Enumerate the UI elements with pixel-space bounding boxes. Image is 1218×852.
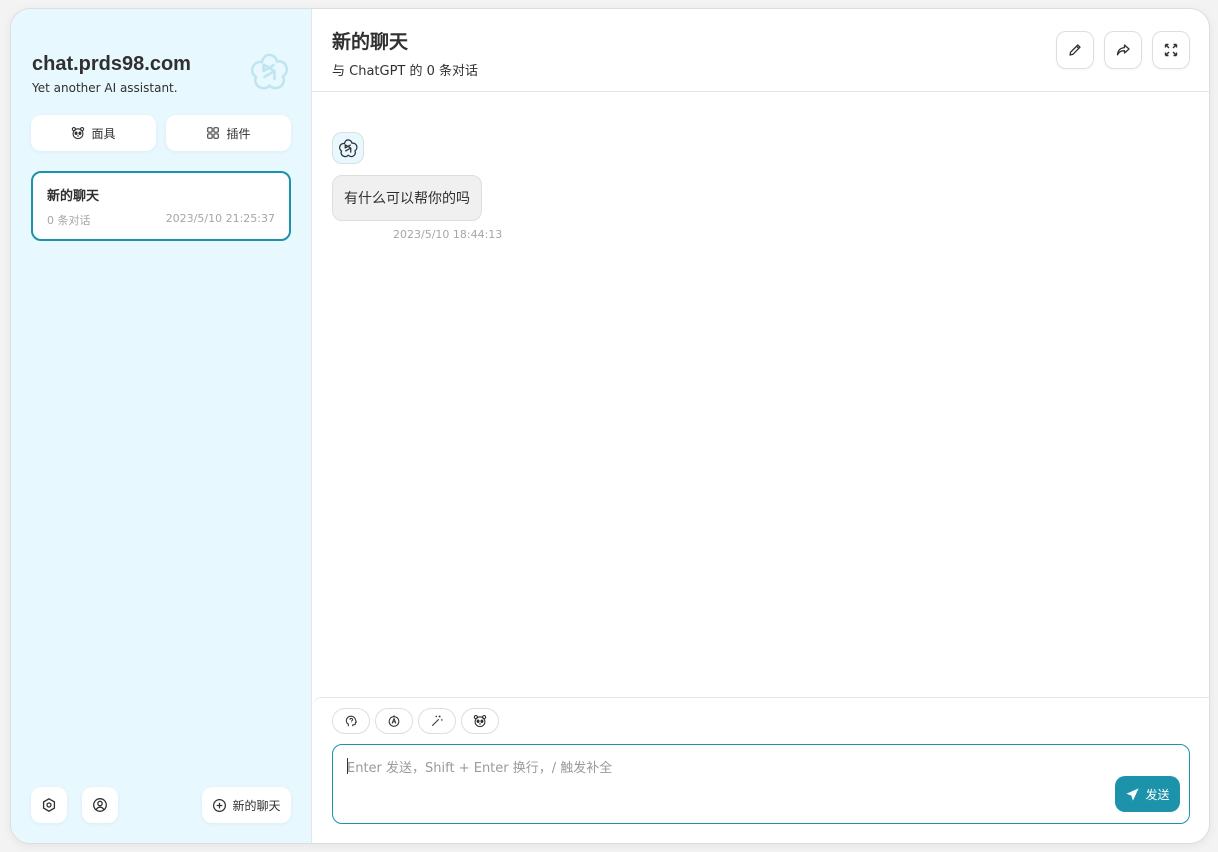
add-circle-icon xyxy=(213,798,227,812)
grid-icon xyxy=(207,127,220,139)
chat-list-item[interactable]: 新的聊天 0 条对话 2023/5/10 21:25:37 xyxy=(31,171,291,241)
pencil-icon xyxy=(1069,44,1081,56)
assistant-message: 有什么可以帮你的吗 xyxy=(332,175,482,221)
bot-avatar xyxy=(332,132,364,164)
send-button-label: 发送 xyxy=(1145,787,1170,802)
chat-main: 新的聊天 与 ChatGPT 的 0 条对话 有什么可以帮你的吗 2023/5/… xyxy=(311,9,1209,843)
panda-mask-icon xyxy=(473,715,487,728)
brain-icon xyxy=(345,715,357,727)
mask-button-label: 面具 xyxy=(91,126,116,141)
prompt-hints-button[interactable] xyxy=(332,708,370,734)
model-switch-button[interactable] xyxy=(375,708,413,734)
input-panel: 发送 xyxy=(312,697,1209,843)
send-button[interactable]: 发送 xyxy=(1115,776,1180,812)
robot-icon xyxy=(388,715,400,727)
rename-button[interactable] xyxy=(1056,31,1094,69)
share-button[interactable] xyxy=(1104,31,1142,69)
user-icon xyxy=(93,798,107,812)
mask-button[interactable]: 面具 xyxy=(31,115,156,151)
share-icon xyxy=(1116,44,1130,56)
app-title: chat.prds98.com xyxy=(32,53,191,75)
chat-item-time: 2023/5/10 21:25:37 xyxy=(165,212,275,225)
new-chat-label: 新的聊天 xyxy=(232,798,281,813)
chat-input[interactable] xyxy=(333,745,1189,823)
openai-logo-icon xyxy=(247,49,291,93)
chat-input-box: 发送 xyxy=(332,744,1190,824)
fullscreen-icon xyxy=(1164,43,1178,57)
user-button[interactable] xyxy=(82,787,118,823)
chat-subtitle: 与 ChatGPT 的 0 条对话 xyxy=(332,64,479,79)
settings-icon xyxy=(42,798,56,812)
sidebar: chat.prds98.com Yet another AI assistant… xyxy=(11,9,311,843)
openai-logo-icon xyxy=(338,139,358,158)
message-time: 2023/5/10 18:44:13 xyxy=(393,228,503,241)
magic-wand-button[interactable] xyxy=(418,708,456,734)
app-window: chat.prds98.com Yet another AI assistant… xyxy=(10,8,1210,844)
magic-wand-icon xyxy=(431,715,443,727)
send-icon xyxy=(1126,787,1140,801)
new-chat-button[interactable]: 新的聊天 xyxy=(202,787,291,823)
settings-button[interactable] xyxy=(31,787,67,823)
chat-item-title: 新的聊天 xyxy=(47,189,100,204)
plugin-button[interactable]: 插件 xyxy=(166,115,291,151)
fullscreen-button[interactable] xyxy=(1152,31,1190,69)
chat-header: 新的聊天 与 ChatGPT 的 0 条对话 xyxy=(312,9,1209,92)
chat-item-count: 0 条对话 xyxy=(47,214,91,227)
app-subtitle: Yet another AI assistant. xyxy=(32,81,178,95)
text-caret xyxy=(347,758,348,774)
plugin-button-label: 插件 xyxy=(226,126,251,141)
panda-mask-icon xyxy=(72,127,85,140)
chat-title[interactable]: 新的聊天 xyxy=(332,27,408,54)
mask-chip-button[interactable] xyxy=(461,708,499,734)
